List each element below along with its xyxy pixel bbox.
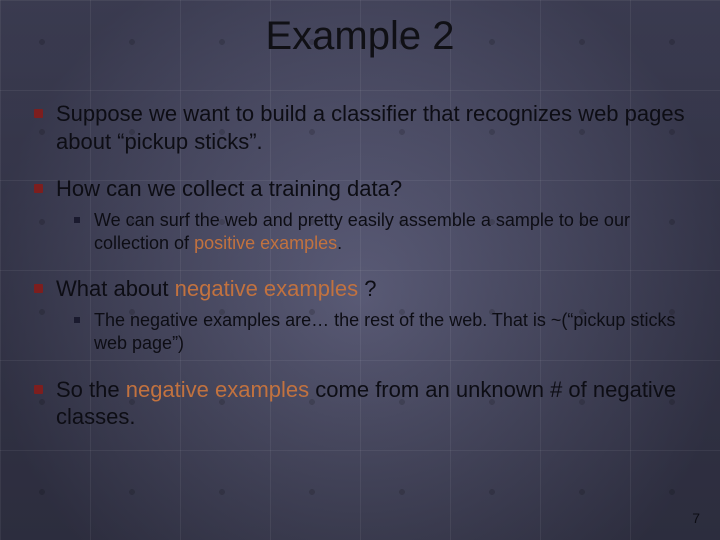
bullet-3-b: ? — [358, 276, 376, 301]
bullet-3: What about negative examples ? The negat… — [30, 275, 690, 355]
negative-examples-text-2: negative examples — [126, 377, 309, 402]
negative-examples-text-1: negative examples — [175, 276, 358, 301]
bullet-3-sub-1-text: The negative examples are… the rest of t… — [94, 310, 675, 353]
bullet-3-sublist: The negative examples are… the rest of t… — [72, 309, 690, 356]
positive-examples-text: positive examples — [194, 233, 337, 253]
bullet-2: How can we collect a training data? We c… — [30, 175, 690, 255]
bullet-2-sub-1: We can surf the web and pretty easily as… — [72, 209, 690, 256]
bullet-3-a: What about — [56, 276, 175, 301]
bullet-2-sub-1-a: We can surf the web and pretty easily as… — [94, 210, 630, 253]
slide: Example 2 Suppose we want to build a cla… — [0, 0, 720, 540]
slide-title: Example 2 — [0, 14, 720, 59]
bullet-list: Suppose we want to build a classifier th… — [30, 100, 690, 431]
bullet-1: Suppose we want to build a classifier th… — [30, 100, 690, 155]
bullet-2-text: How can we collect a training data? — [56, 176, 402, 201]
page-number: 7 — [692, 510, 700, 526]
bullet-2-sublist: We can surf the web and pretty easily as… — [72, 209, 690, 256]
bullet-4-a: So the — [56, 377, 126, 402]
bullet-4: So the negative examples come from an un… — [30, 376, 690, 431]
slide-body: Suppose we want to build a classifier th… — [30, 100, 690, 451]
bullet-2-sub-1-b: . — [337, 233, 342, 253]
bullet-3-sub-1: The negative examples are… the rest of t… — [72, 309, 690, 356]
bullet-1-text: Suppose we want to build a classifier th… — [56, 101, 685, 154]
